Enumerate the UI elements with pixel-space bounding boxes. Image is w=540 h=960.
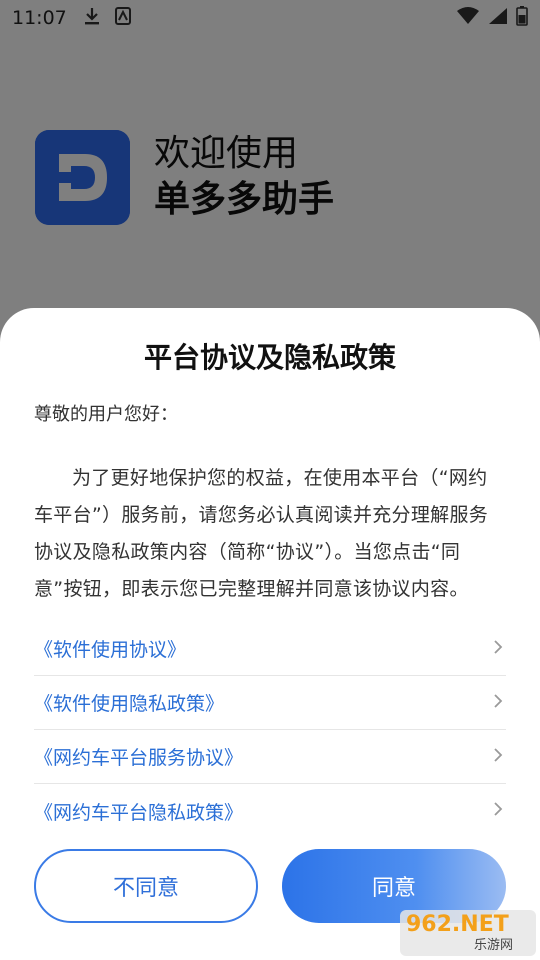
link-label[interactable]: 《网约车平台隐私政策》	[34, 798, 490, 825]
link-software-agreement[interactable]: 《软件使用协议》	[34, 622, 506, 676]
dialog-greeting: 尊敬的用户您好：	[34, 404, 178, 425]
privacy-dialog: 平台协议及隐私政策 尊敬的用户您好： 为了更好地保护您的权益，在使用本平台（“网…	[0, 308, 540, 960]
dialog-body: 为了更好地保护您的权益，在使用本平台（“网约车平台”）服务前，请您务必认真阅读并…	[34, 467, 489, 600]
link-software-privacy[interactable]: 《软件使用隐私政策》	[34, 676, 506, 730]
link-label[interactable]: 《软件使用隐私政策》	[34, 689, 490, 716]
disagree-button[interactable]: 不同意	[34, 849, 258, 923]
dialog-title: 平台协议及隐私政策	[143, 341, 396, 374]
agreement-links: 《软件使用协议》 《软件使用隐私政策》 《网约车平台服务协议》 《网约车平台隐私…	[34, 622, 506, 838]
link-label[interactable]: 《软件使用协议》	[34, 635, 490, 662]
link-platform-service-agreement[interactable]: 《网约车平台服务协议》	[34, 730, 506, 784]
watermark-subtitle: 乐游网	[474, 938, 514, 953]
chevron-right-icon	[490, 801, 506, 821]
chevron-right-icon	[490, 747, 506, 767]
link-label[interactable]: 《网约车平台服务协议》	[34, 743, 490, 770]
chevron-right-icon	[490, 693, 506, 713]
chevron-right-icon	[490, 639, 506, 659]
site-watermark: 962.NET 乐游网	[400, 910, 536, 956]
link-platform-privacy[interactable]: 《网约车平台隐私政策》	[34, 784, 506, 838]
